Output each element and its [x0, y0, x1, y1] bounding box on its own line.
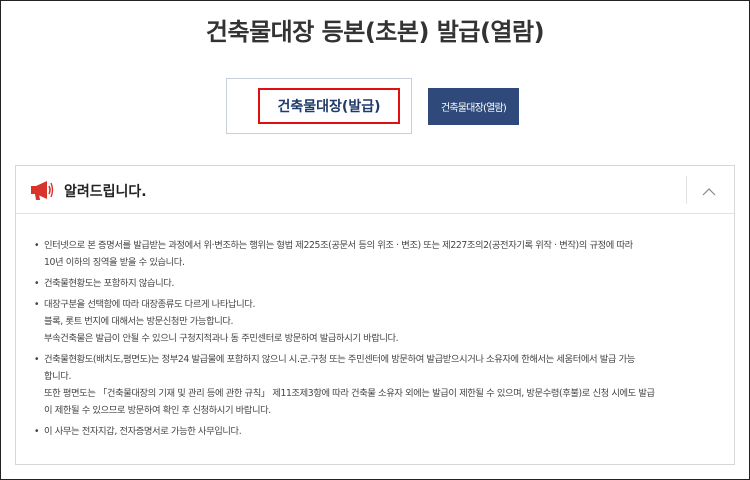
tab-view[interactable]: 건축물대장(열람)	[428, 88, 519, 125]
chevron-up-icon	[702, 181, 716, 200]
bullet: •	[34, 354, 40, 365]
bullet: •	[34, 426, 40, 437]
notice-body: • 인터넷으로 본 증명서를 발급받는 과정에서 위·변조하는 행위는 형법 제…	[30, 237, 730, 444]
tab-issue-label[interactable]: 건축물대장(발급)	[258, 88, 400, 124]
notice-item: • 대장구분을 선택함에 따라 대장종류도 다르게 나타납니다. 블록, 롯트 …	[30, 296, 730, 347]
bullet: •	[34, 299, 40, 310]
header-divider	[686, 176, 687, 204]
notice-line: 합니다.	[44, 371, 72, 382]
notice-line: 또한 평면도는 「건축물대장의 기재 및 관리 등에 관한 규칙」 제11조제3…	[44, 388, 655, 399]
notice-line: 이 제한될 수 있으므로 방문하여 확인 후 신청하시기 바랍니다.	[44, 405, 271, 416]
notice-line: 이 사무는 전자지갑, 전자증명서로 가능한 사무입니다.	[44, 426, 242, 437]
notice-line: 건축물현황도(배치도,평면도)는 정부24 발급물에 포함하지 않으니 시.군.…	[44, 354, 635, 365]
notice-line: 10년 이하의 징역을 받을 수 있습니다.	[44, 257, 185, 268]
notice-item: • 건축물현황도는 포함하지 않습니다.	[30, 275, 730, 292]
notice-item: • 건축물현황도(배치도,평면도)는 정부24 발급물에 포함하지 않으니 시.…	[30, 351, 730, 419]
page-title: 건축물대장 등본(초본) 발급(열람)	[205, 18, 545, 46]
notice-line: 부속건축물은 발급이 안될 수 있으니 구청지적과나 동 주민센터로 방문하여 …	[44, 333, 399, 344]
megaphone-icon	[30, 179, 54, 201]
notice-item: • 인터넷으로 본 증명서를 발급받는 과정에서 위·변조하는 행위는 형법 제…	[30, 237, 730, 271]
notice-line: 인터넷으로 본 증명서를 발급받는 과정에서 위·변조하는 행위는 형법 제22…	[44, 240, 633, 251]
notice-line: 건축물현황도는 포함하지 않습니다.	[44, 278, 174, 289]
notice-item: • 이 사무는 전자지갑, 전자증명서로 가능한 사무입니다.	[30, 423, 730, 440]
bullet: •	[34, 240, 40, 251]
collapse-button[interactable]	[694, 178, 724, 202]
notice-panel: 알려드립니다. • 인터넷으로 본 증명서를 발급받는 과정에서 위·변조하는 …	[15, 165, 735, 465]
notice-line: 대장구분을 선택함에 따라 대장종류도 다르게 나타납니다.	[44, 299, 256, 310]
notice-title: 알려드립니다.	[64, 184, 147, 200]
notice-line: 블록, 롯트 번지에 대해서는 방문신청만 가능합니다.	[44, 316, 234, 327]
tab-issue[interactable]: 건축물대장(발급)	[226, 78, 412, 134]
bullet: •	[34, 278, 40, 289]
notice-header[interactable]: 알려드립니다.	[16, 166, 734, 214]
